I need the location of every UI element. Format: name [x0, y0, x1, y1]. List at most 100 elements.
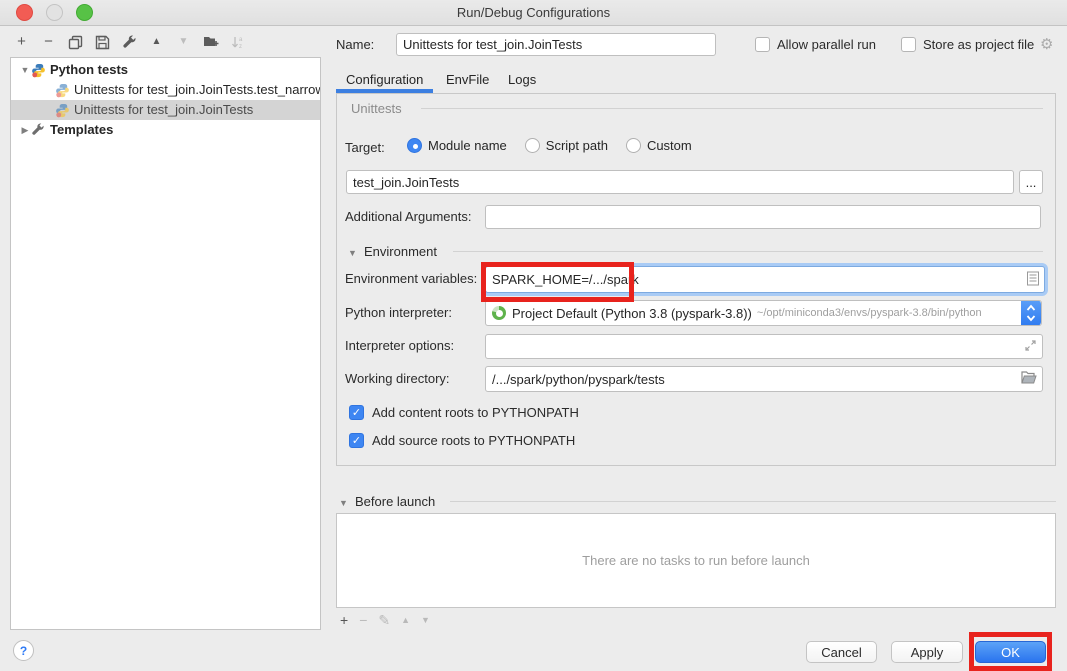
tree-item-label: Python tests [50, 60, 128, 80]
tab-logs[interactable]: Logs [508, 70, 536, 90]
module-name-radio[interactable] [407, 138, 422, 153]
module-name-label: Module name [428, 138, 507, 153]
environment-variables-value: SPARK_HOME=/.../spark [492, 272, 639, 287]
tree-item-label: Unittests for test_join.JoinTests [74, 100, 253, 120]
group-separator [453, 251, 1043, 252]
python-interpreter-path: ~/opt/miniconda3/envs/pyspark-3.8/bin/py… [757, 307, 982, 319]
script-path-radio[interactable] [525, 138, 540, 153]
ellipsis-icon: ... [1026, 175, 1037, 190]
interpreter-options-input[interactable] [485, 334, 1043, 359]
empty-tasks-message: There are no tasks to run before launch [582, 553, 810, 568]
check-icon: ✓ [352, 406, 361, 419]
target-radio-group: Module name Script path Custom [407, 138, 692, 153]
move-task-up-icon[interactable]: ▲ [401, 610, 410, 630]
copy-configuration-icon[interactable] [68, 35, 83, 50]
store-as-project-file-checkbox[interactable] [901, 37, 916, 52]
move-task-down-icon[interactable]: ▼ [421, 610, 430, 630]
tab-configuration[interactable]: Configuration [346, 70, 423, 90]
ok-button[interactable]: OK [975, 641, 1046, 663]
name-label: Name: [336, 37, 374, 52]
save-configuration-icon[interactable] [95, 35, 110, 50]
tree-item-jointests-selected[interactable]: Unittests for test_join.JoinTests [11, 100, 320, 120]
configurations-toolbar: + − ▲ ▼ az [14, 31, 245, 53]
working-directory-input[interactable]: /.../spark/python/pyspark/tests [485, 366, 1043, 392]
script-path-label: Script path [546, 138, 608, 153]
allow-parallel-run-checkbox[interactable] [755, 37, 770, 52]
svg-text:z: z [239, 44, 242, 50]
remove-task-icon[interactable]: − [359, 610, 367, 630]
allow-parallel-run-label: Allow parallel run [777, 37, 876, 52]
create-folder-icon[interactable] [203, 35, 218, 49]
collapse-icon[interactable]: ▼ [19, 60, 31, 80]
python-interpreter-value: Project Default (Python 3.8 (pyspark-3.8… [512, 306, 752, 321]
window-title: Run/Debug Configurations [0, 0, 1067, 25]
environment-variables-label: Environment variables: [345, 271, 477, 286]
tree-item-templates[interactable]: ▶ Templates [11, 120, 320, 140]
add-content-roots-label: Add content roots to PYTHONPATH [372, 405, 579, 420]
python-interpreter-select[interactable]: Project Default (Python 3.8 (pyspark-3.8… [485, 300, 1042, 326]
help-button[interactable]: ? [13, 640, 34, 661]
configuration-panel: Unittests Target: Module name Script pat… [336, 93, 1056, 466]
before-launch-collapse-icon[interactable]: ▼ [339, 498, 348, 508]
store-as-project-file-label: Store as project file [923, 37, 1034, 52]
cancel-button[interactable]: Cancel [806, 641, 877, 663]
add-source-roots-label: Add source roots to PYTHONPATH [372, 433, 575, 448]
browse-folder-icon[interactable] [1021, 371, 1037, 387]
unittest-config-icon [55, 83, 70, 98]
target-value: test_join.JoinTests [353, 175, 459, 190]
move-down-icon[interactable]: ▼ [176, 31, 191, 53]
store-options-gear-icon[interactable]: ⚙ [1040, 35, 1053, 53]
custom-radio[interactable] [626, 138, 641, 153]
templates-icon [31, 123, 46, 138]
move-up-icon[interactable]: ▲ [149, 31, 164, 53]
edit-templates-icon[interactable] [122, 35, 137, 50]
expand-icon[interactable]: ▶ [19, 120, 31, 140]
interpreter-options-label: Interpreter options: [345, 338, 454, 353]
svg-text:a: a [239, 37, 243, 43]
add-source-roots-checkbox[interactable]: ✓ [349, 433, 364, 448]
python-interpreter-label: Python interpreter: [345, 305, 452, 320]
custom-label: Custom [647, 138, 692, 153]
interpreter-dropdown-stepper[interactable] [1021, 300, 1041, 326]
add-configuration-icon[interactable]: + [14, 31, 29, 53]
unittests-group-label: Unittests [351, 101, 402, 116]
working-directory-label: Working directory: [345, 371, 450, 386]
browse-target-button[interactable]: ... [1019, 170, 1043, 194]
group-separator [450, 501, 1056, 502]
target-input[interactable]: test_join.JoinTests [346, 170, 1014, 194]
python-tests-icon [31, 63, 46, 78]
name-value: Unittests for test_join.JoinTests [403, 37, 582, 52]
configurations-tree: ▼ Python tests Unittests for test_join.J… [10, 57, 321, 630]
additional-arguments-input[interactable] [485, 205, 1041, 229]
conda-env-icon [492, 306, 506, 320]
expand-field-icon[interactable] [1024, 339, 1037, 355]
working-directory-value: /.../spark/python/pyspark/tests [492, 372, 665, 387]
question-icon: ? [20, 644, 27, 658]
before-launch-tasks-panel: There are no tasks to run before launch [336, 513, 1056, 608]
environment-section-label: Environment [364, 244, 437, 259]
sort-configurations-icon[interactable]: az [230, 35, 245, 50]
tasks-toolbar: + − ✎ ▲ ▼ [340, 610, 430, 630]
edit-task-icon[interactable]: ✎ [378, 610, 390, 630]
add-task-icon[interactable]: + [340, 610, 348, 630]
remove-configuration-icon[interactable]: − [41, 31, 56, 53]
name-input[interactable]: Unittests for test_join.JoinTests [396, 33, 716, 56]
add-content-roots-checkbox[interactable]: ✓ [349, 405, 364, 420]
tab-envfile[interactable]: EnvFile [446, 70, 489, 90]
run-debug-configurations-dialog: Run/Debug Configurations + − ▲ ▼ az ▼ [0, 0, 1067, 671]
titlebar: Run/Debug Configurations [0, 0, 1067, 26]
unittest-config-icon [55, 103, 70, 118]
before-launch-label: Before launch [355, 494, 435, 509]
tree-item-label: Unittests for test_join.JoinTests.test_n… [74, 80, 320, 100]
tree-item-python-tests[interactable]: ▼ Python tests [11, 60, 320, 80]
edit-variables-icon[interactable] [1027, 271, 1039, 288]
radio-option-custom[interactable]: Custom [626, 138, 692, 153]
additional-arguments-label: Additional Arguments: [345, 209, 471, 224]
radio-option-script-path[interactable]: Script path [525, 138, 608, 153]
tree-item-test-narrow[interactable]: Unittests for test_join.JoinTests.test_n… [11, 80, 320, 100]
apply-button[interactable]: Apply [891, 641, 963, 663]
radio-option-module-name[interactable]: Module name [407, 138, 507, 153]
environment-variables-input[interactable]: SPARK_HOME=/.../spark [485, 266, 1045, 293]
group-separator [421, 108, 1043, 109]
environment-collapse-icon[interactable]: ▼ [348, 248, 357, 258]
